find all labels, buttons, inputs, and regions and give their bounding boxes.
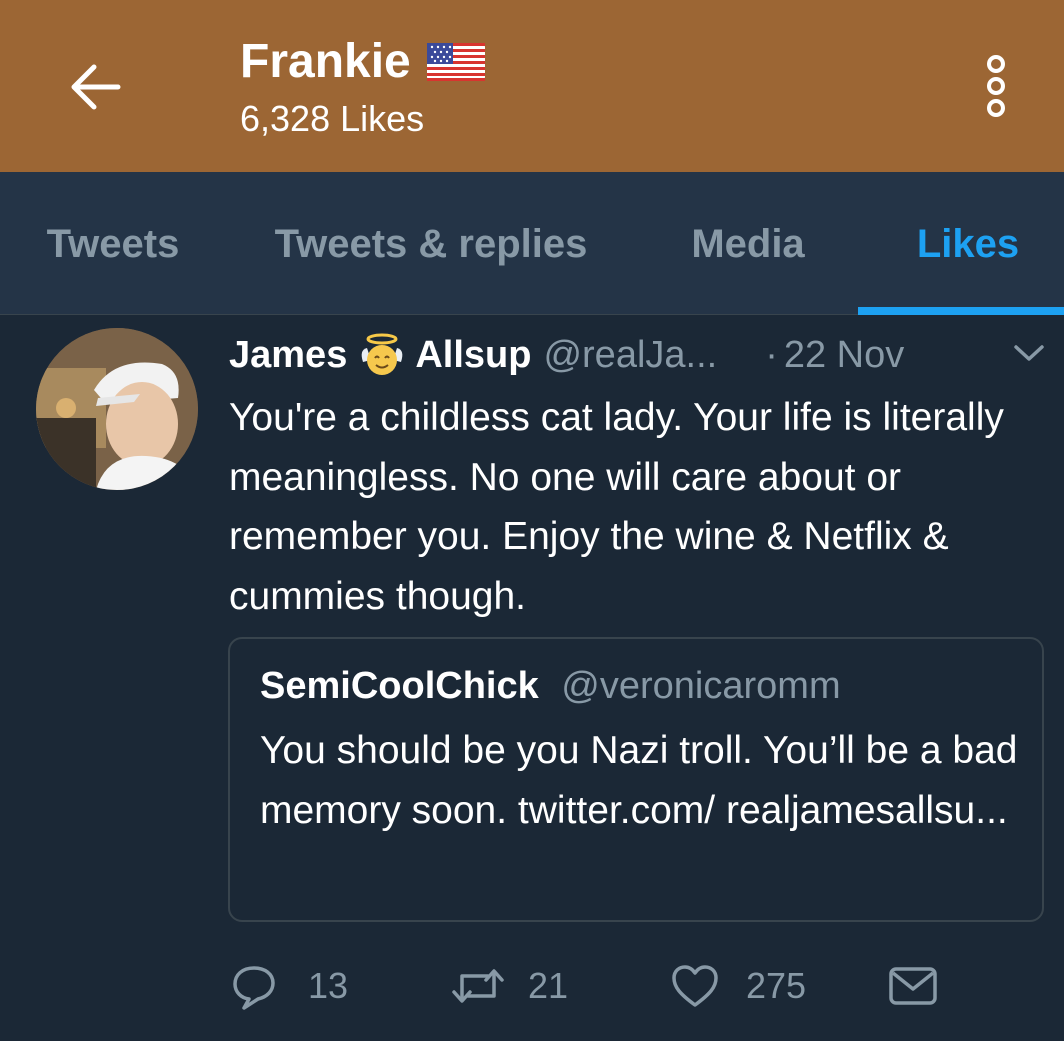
tab-tweets[interactable]: Tweets <box>38 172 188 315</box>
reply-button[interactable]: 13 <box>230 956 348 1016</box>
envelope-icon <box>889 967 937 1005</box>
meta-separator: · <box>765 334 778 376</box>
share-button[interactable] <box>888 956 938 1016</box>
reply-count: 13 <box>308 965 349 1006</box>
author-handle[interactable]: @realJa... <box>543 330 717 380</box>
retweet-button[interactable]: 21 <box>450 956 568 1016</box>
tweet-header: James Allsup @realJa... · 22 Nov <box>229 330 1029 380</box>
profile-tabs: Tweets Tweets & replies Media Likes <box>0 172 1064 315</box>
like-button[interactable]: 275 <box>670 956 806 1016</box>
tweet-body: You're a childless cat lady. Your life i… <box>229 396 1004 618</box>
retweet-icon <box>452 969 504 1003</box>
tab-tweets-and-replies[interactable]: Tweets & replies <box>262 172 600 315</box>
back-button[interactable] <box>60 55 130 119</box>
retweet-count: 21 <box>528 965 569 1006</box>
reply-icon <box>233 966 275 1010</box>
like-count: 275 <box>746 965 807 1006</box>
quoted-tweet-body: You should be you Nazi troll. You’ll be … <box>260 729 1018 832</box>
tweet-options-button[interactable] <box>1012 342 1046 364</box>
quoted-author-handle: @veronicaromm <box>561 665 841 707</box>
likes-count: 6,328 Likes <box>240 98 425 139</box>
tweet-date[interactable]: 22 Nov <box>784 330 904 380</box>
more-options-button[interactable] <box>978 52 1014 124</box>
tab-likes[interactable]: Likes <box>910 172 1026 315</box>
avatar-image <box>36 328 198 490</box>
angel-emoji-icon <box>361 333 403 375</box>
author-last-name[interactable]: Allsup <box>415 330 531 380</box>
quoted-tweet-header: SemiCoolChick @veronicaromm <box>260 661 841 711</box>
quoted-author-name: SemiCoolChick <box>260 665 539 707</box>
vertical-dots-icon <box>987 55 1005 117</box>
heart-icon <box>672 965 718 1007</box>
tweet-actions: 13 21 275 <box>0 956 1064 1016</box>
quoted-tweet[interactable]: SemiCoolChick @veronicaromm You should b… <box>228 637 1044 922</box>
tab-media[interactable]: Media <box>684 172 812 315</box>
header-title-block: Frankie 6,328 Likes <box>240 32 485 140</box>
profile-name: Frankie <box>240 35 411 88</box>
chevron-down-icon <box>1014 345 1044 361</box>
us-flag-icon <box>426 43 485 81</box>
arrow-left-icon <box>71 64 121 110</box>
author-first-name[interactable]: James <box>229 330 347 380</box>
liked-tweet[interactable]: James Allsup @realJa... · 22 Nov You're … <box>0 316 1064 1041</box>
avatar[interactable] <box>36 328 198 490</box>
profile-header: Frankie 6,328 Likes <box>0 0 1064 172</box>
active-tab-indicator <box>858 307 1064 315</box>
